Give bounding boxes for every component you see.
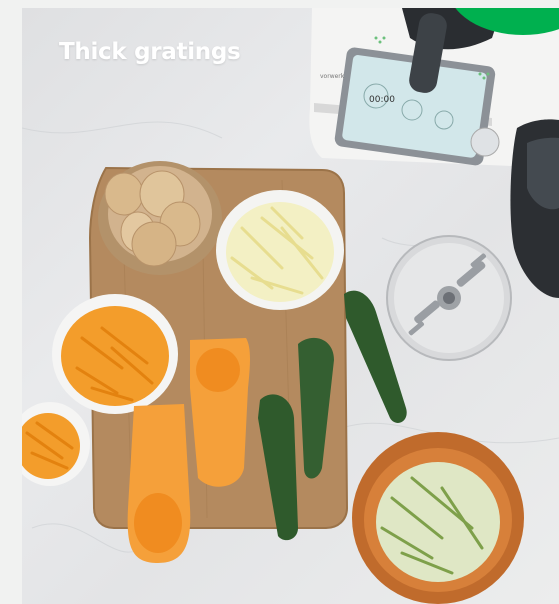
svg-text:vorwerk: vorwerk: [320, 73, 345, 80]
card-title: Thick gratings: [59, 39, 241, 65]
device-screen-time: 00:00: [369, 95, 395, 105]
grating-disc: [386, 235, 512, 361]
recipe-photo-card[interactable]: vorwerk 00:00 Thick gratings: [22, 8, 559, 604]
grated-squash-bowl: [52, 294, 178, 414]
grated-potato-bowl: [216, 190, 344, 310]
potato-bowl: [98, 161, 222, 275]
grated-zucchini-bowl: [352, 432, 524, 604]
kitchen-photo: vorwerk: [22, 8, 559, 604]
small-squash-bowl: [22, 402, 90, 486]
